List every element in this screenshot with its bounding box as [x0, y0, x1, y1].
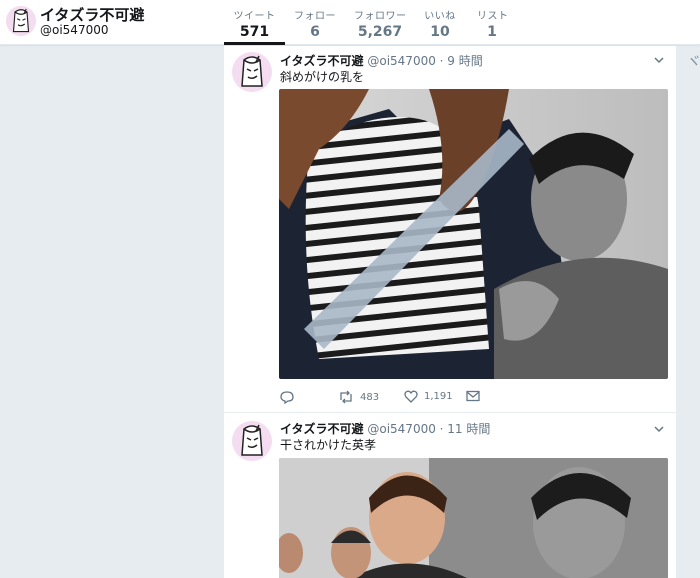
- avatar-cartoon-icon: [6, 6, 36, 36]
- tab-lists-label: リスト: [477, 11, 509, 22]
- chevron-down-icon[interactable]: [652, 421, 666, 435]
- tweet-header: イタズラ不可避 @oi547000 · 11 時間: [280, 420, 490, 437]
- tweet-media-image[interactable]: [279, 89, 668, 379]
- side-panel-glyph: ヾ: [686, 52, 700, 71]
- tab-tweets-count: 571: [239, 24, 270, 40]
- tweet[interactable]: イタズラ不可避 @oi547000 · 11 時間 干されかけた英孝: [224, 412, 676, 578]
- tweet[interactable]: イタズラ不可避 @oi547000 · 9 時間 斜めがけの乳を 483 1,1…: [224, 46, 676, 412]
- tab-followers-label: フォロワー: [354, 11, 407, 22]
- like-button[interactable]: 1,191: [404, 390, 453, 403]
- photo-icon: [279, 89, 668, 379]
- tweet-meta: @oi547000 · 11 時間: [367, 422, 491, 436]
- tab-lists[interactable]: リスト 1: [477, 0, 509, 45]
- profile-nav-bar: イタズラ不可避 @oi547000 ツイート 571 フォロー 6 フォロワー …: [0, 0, 700, 45]
- photo-icon: [279, 458, 668, 578]
- tab-tweets-label: ツイート: [233, 11, 276, 22]
- tweet-text: 干されかけた英孝: [280, 438, 377, 452]
- tab-tweets[interactable]: ツイート 571: [224, 0, 285, 45]
- tab-following-count: 6: [310, 24, 320, 40]
- tab-likes[interactable]: いいね 10: [422, 0, 458, 45]
- timeline: イタズラ不可避 @oi547000 · 9 時間 斜めがけの乳を 483 1,1…: [224, 46, 676, 578]
- retweet-icon: [340, 390, 352, 404]
- retweet-count: 483: [360, 391, 380, 403]
- tweet-author-name[interactable]: イタズラ不可避: [280, 54, 364, 68]
- tweet-avatar[interactable]: [232, 52, 272, 92]
- profile-name[interactable]: イタズラ不可避: [40, 4, 144, 25]
- tab-followers-count: 5,267: [357, 24, 403, 40]
- tweet-text: 斜めがけの乳を: [280, 70, 365, 84]
- reply-icon: [280, 391, 294, 404]
- tweet-header: イタズラ不可避 @oi547000 · 9 時間: [280, 52, 483, 69]
- heart-icon: [404, 390, 418, 403]
- tweet-media-image[interactable]: [279, 458, 668, 578]
- avatar-cartoon-icon: [232, 52, 272, 92]
- direct-message-button[interactable]: [466, 390, 480, 402]
- tweet-actions: 483 1,191: [280, 390, 670, 408]
- tab-followers[interactable]: フォロワー 5,267: [354, 0, 406, 45]
- retweet-button[interactable]: 483: [338, 390, 379, 404]
- profile-handle: @oi547000: [40, 23, 109, 37]
- avatar-cartoon-icon: [232, 421, 272, 461]
- dm-icon: [466, 390, 480, 402]
- tab-likes-count: 10: [430, 24, 450, 40]
- tweet-meta: @oi547000 · 9 時間: [367, 54, 483, 68]
- tab-following[interactable]: フォロー 6: [292, 0, 338, 45]
- tweet-avatar[interactable]: [232, 421, 272, 461]
- chevron-down-icon[interactable]: [652, 52, 666, 66]
- tab-lists-count: 1: [487, 24, 497, 40]
- tab-following-label: フォロー: [294, 11, 336, 22]
- profile-avatar[interactable]: [6, 6, 36, 36]
- tab-likes-label: いいね: [424, 11, 456, 22]
- tweet-author-name[interactable]: イタズラ不可避: [280, 422, 364, 436]
- like-count: 1,191: [424, 391, 453, 402]
- reply-button[interactable]: [280, 390, 294, 404]
